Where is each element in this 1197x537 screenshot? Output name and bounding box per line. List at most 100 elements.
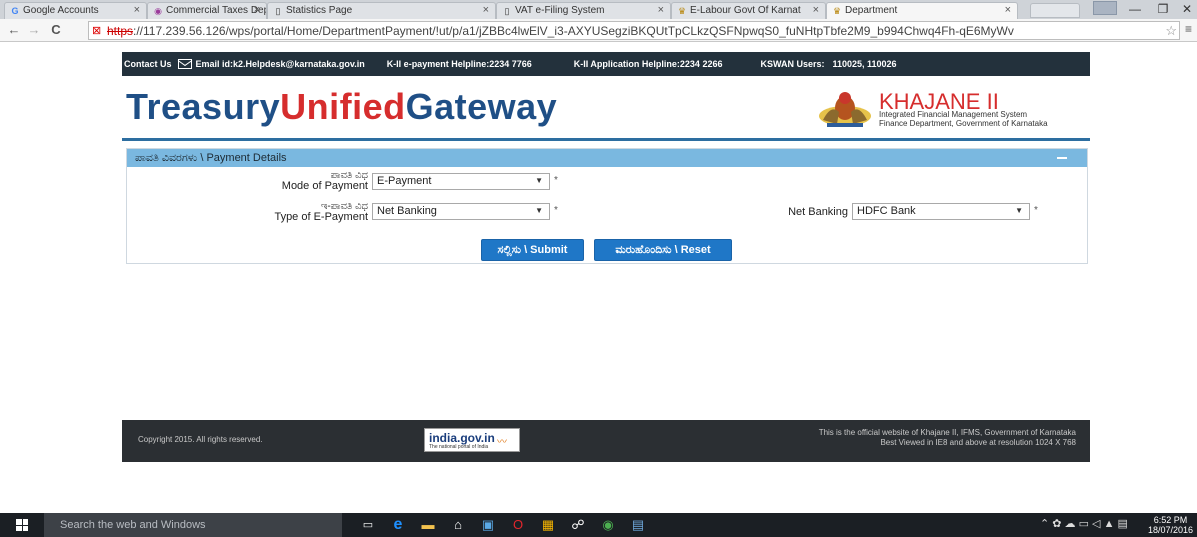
official-website-note: This is the official website of Khajane … xyxy=(819,428,1076,448)
dropdown-arrow-icon: ▼ xyxy=(1015,206,1023,215)
site-icon: ◉ xyxy=(154,6,162,16)
media-icon[interactable]: ▣ xyxy=(480,517,496,533)
url-input[interactable]: ⊠ https://117.239.56.126/wps/portal/Home… xyxy=(88,21,1180,40)
mode-of-payment-label: ಪಾವತಿ ವಿಧ Mode of Payment xyxy=(230,170,368,192)
chrome-menu-icon[interactable]: ≡ xyxy=(1185,22,1192,36)
reset-button[interactable]: ಮರುಹೊಂದಿಸು \ Reset xyxy=(594,239,732,261)
type-of-epayment-select[interactable]: Net Banking ▼ xyxy=(372,203,550,220)
treasury-unified-gateway-logo[interactable]: TreasuryUnifiedGateway xyxy=(126,86,557,128)
emblem-icon: ♛ xyxy=(677,6,687,16)
mail-icon xyxy=(177,59,192,69)
mode-label-english: Mode of Payment xyxy=(281,180,368,192)
khajane-subtitle: Integrated Financial Management System F… xyxy=(879,110,1048,128)
tab-vat-efiling[interactable]: ▯ VAT e-Filing System × xyxy=(496,2,671,19)
emblem-icon: ♛ xyxy=(832,6,842,16)
close-tab-icon[interactable]: × xyxy=(813,4,819,16)
header-divider xyxy=(122,138,1090,141)
collapse-icon[interactable] xyxy=(1057,157,1067,159)
tab-elabour[interactable]: ♛ E-Labour Govt Of Karnat × xyxy=(671,2,826,19)
net-banking-label-text: Net Banking xyxy=(788,206,848,218)
bank-selected-value: HDFC Bank xyxy=(857,205,916,217)
karnataka-emblem-icon xyxy=(819,92,871,127)
tab-label: E-Labour Govt Of Karnat xyxy=(690,5,801,16)
required-mark: * xyxy=(554,205,558,216)
khajane-subtitle-line2: Finance Department, Government of Karnat… xyxy=(879,119,1048,128)
taskbar-search-input[interactable]: Search the web and Windows xyxy=(44,513,342,537)
epayment-helpline: K-II e-payment Helpline:2234 7766 xyxy=(386,59,532,69)
bookmark-star-icon[interactable]: ☆ xyxy=(1165,23,1177,39)
tab-label: Statistics Page xyxy=(286,5,353,16)
address-bar: ← → C ⊠ https://117.239.56.126/wps/porta… xyxy=(0,19,1197,42)
site-footer: Copyright 2015. All rights reserved. ind… xyxy=(122,420,1090,462)
store-icon[interactable]: ⌂ xyxy=(450,517,466,533)
insecure-lock-icon: ⊠ xyxy=(92,25,102,37)
windows-start-icon[interactable] xyxy=(16,519,28,531)
mode-selected-value: E-Payment xyxy=(377,175,432,187)
helpdesk-email[interactable]: Email id:k2.Helpdesk@karnataka.gov.in xyxy=(196,59,365,69)
tab-label: VAT e-Filing System xyxy=(515,5,605,16)
site-header: TreasuryUnifiedGateway KHAJANE II Integr… xyxy=(122,76,1090,138)
logo-word-treasury: Treasury xyxy=(126,86,281,127)
file-explorer-icon[interactable]: ▬ xyxy=(420,517,436,533)
back-icon[interactable]: ← xyxy=(6,22,22,37)
opera-icon[interactable]: O xyxy=(510,517,526,533)
minimize-icon[interactable]: — xyxy=(1120,2,1150,16)
tab-label: Department xyxy=(845,5,898,16)
new-tab-button[interactable] xyxy=(1030,3,1080,18)
mode-of-payment-select[interactable]: E-Payment ▼ xyxy=(372,173,550,190)
india-gov-subtext: The national portal of India xyxy=(429,444,489,450)
contact-us-link[interactable]: Contact Us xyxy=(124,59,172,69)
kswan-label: KSWAN Users: xyxy=(760,59,825,69)
edge-browser-icon[interactable]: e xyxy=(390,517,406,533)
windows-taskbar: Search the web and Windows ▭ e ▬ ⌂ ▣ O ▦… xyxy=(0,513,1197,537)
close-tab-icon[interactable]: × xyxy=(254,4,260,16)
tab-google-accounts[interactable]: G Google Accounts × xyxy=(4,2,147,19)
logo-word-unified: Unified xyxy=(280,86,406,127)
close-tab-icon[interactable]: × xyxy=(658,4,664,16)
chrome-icon[interactable]: ◉ xyxy=(600,517,616,533)
contact-bar: Contact Us Email id:k2.Helpdesk@karnatak… xyxy=(122,52,1090,76)
reload-icon[interactable]: C xyxy=(48,22,64,37)
clock-date: 18/07/2016 xyxy=(1148,525,1194,535)
tab-commercial-taxes[interactable]: ◉ Commercial Taxes Depart × xyxy=(147,2,267,19)
close-tab-icon[interactable]: × xyxy=(134,4,140,16)
forward-icon[interactable]: → xyxy=(26,22,42,37)
logo-word-gateway: Gateway xyxy=(405,86,558,127)
panel-title: ಪಾವತಿ ವಿವರಗಳು \ Payment Details xyxy=(135,152,287,164)
tab-label: Commercial Taxes Depart xyxy=(166,5,266,16)
url-text: ://117.239.56.126/wps/portal/Home/Depart… xyxy=(133,24,1014,38)
net-banking-select[interactable]: HDFC Bank ▼ xyxy=(852,203,1030,220)
dropdown-arrow-icon: ▼ xyxy=(535,176,543,185)
application-helpline: K-II Application Helpline:2234 2266 xyxy=(573,59,723,69)
task-view-icon[interactable]: ▭ xyxy=(360,517,376,533)
browser-tab-strip: G Google Accounts × ◉ Commercial Taxes D… xyxy=(0,0,1197,19)
copyright-text: Copyright 2015. All rights reserved. xyxy=(138,435,263,444)
app-grid-icon[interactable]: ▦ xyxy=(540,517,556,533)
india-gov-logo-link[interactable]: india.gov.in 〰 The national portal of In… xyxy=(424,428,520,452)
net-banking-label: Net Banking xyxy=(750,207,848,218)
system-tray-icons[interactable]: ⌃ ✿ ☁ ▭ ◁ ▲ ▤ xyxy=(1040,517,1128,530)
close-tab-icon[interactable]: × xyxy=(483,4,489,16)
paint-icon[interactable]: ▤ xyxy=(630,517,646,533)
submit-button[interactable]: ಸಲ್ಲಿಸು \ Submit xyxy=(481,239,584,261)
india-gov-text: india.gov.in xyxy=(429,431,495,445)
required-mark: * xyxy=(1034,205,1038,216)
network-app-icon[interactable]: ☍ xyxy=(570,517,586,533)
close-window-icon[interactable]: ✕ xyxy=(1172,2,1197,16)
dropdown-arrow-icon: ▼ xyxy=(535,206,543,215)
flag-swoosh-icon: 〰 xyxy=(497,437,507,448)
google-icon: G xyxy=(11,6,19,16)
page-icon: ▯ xyxy=(275,6,281,16)
user-profile-button[interactable] xyxy=(1093,1,1117,15)
official-note-line1: This is the official website of Khajane … xyxy=(818,428,1076,437)
taskbar-clock[interactable]: 6:52 PM 18/07/2016 xyxy=(1148,515,1193,535)
tab-label: Google Accounts xyxy=(23,5,99,16)
close-tab-icon[interactable]: × xyxy=(1005,4,1011,16)
page-icon: ▯ xyxy=(504,6,510,16)
tab-statistics[interactable]: ▯ Statistics Page × xyxy=(267,2,496,19)
type-label-english: Type of E-Payment xyxy=(274,211,368,223)
type-selected-value: Net Banking xyxy=(377,205,437,217)
tab-department[interactable]: ♛ Department × xyxy=(826,2,1018,19)
khajane-subtitle-line1: Integrated Financial Management System xyxy=(879,110,1028,119)
kswan-numbers: 110025, 110026 xyxy=(832,59,897,69)
